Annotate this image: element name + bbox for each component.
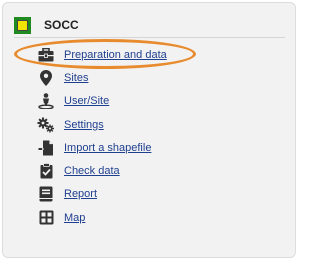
menu-panel: SOCC Preparation and data Sites User/Sit…: [2, 2, 296, 258]
menu-item-label[interactable]: Settings: [64, 119, 104, 131]
header-divider: [14, 37, 285, 38]
map-marker-icon: [37, 69, 55, 86]
menu-item-label[interactable]: Preparation and data: [64, 49, 167, 61]
gears-icon: [37, 117, 55, 133]
menu-item-report[interactable]: Report: [37, 183, 287, 206]
menu-item-label[interactable]: Import a shapefile: [64, 142, 151, 154]
app-title: SOCC: [44, 18, 79, 32]
logo-inner: [17, 20, 28, 31]
menu-item-settings[interactable]: Settings: [37, 113, 287, 136]
report-icon: [37, 186, 55, 202]
menu-item-sites[interactable]: Sites: [37, 66, 287, 89]
menu-item-label[interactable]: User/Site: [64, 95, 109, 107]
menu-item-user-site[interactable]: User/Site: [37, 90, 287, 113]
toolbox-icon: [37, 47, 55, 63]
main-menu: Preparation and data Sites User/Site Set…: [37, 43, 287, 229]
menu-item-preparation-and-data[interactable]: Preparation and data: [37, 43, 287, 66]
user-location-icon: [37, 93, 55, 110]
file-import-icon: [37, 140, 55, 156]
menu-item-map[interactable]: Map: [37, 206, 287, 229]
menu-item-check-data[interactable]: Check data: [37, 159, 287, 182]
menu-item-label[interactable]: Check data: [64, 165, 120, 177]
menu-item-import-shapefile[interactable]: Import a shapefile: [37, 136, 287, 159]
app-header: SOCC: [14, 15, 154, 37]
socc-logo-icon: [14, 17, 31, 34]
menu-item-label[interactable]: Sites: [64, 72, 88, 84]
map-grid-icon: [37, 210, 55, 226]
menu-item-label[interactable]: Report: [64, 188, 97, 200]
clipboard-check-icon: [37, 163, 55, 179]
menu-item-label[interactable]: Map: [64, 212, 85, 224]
